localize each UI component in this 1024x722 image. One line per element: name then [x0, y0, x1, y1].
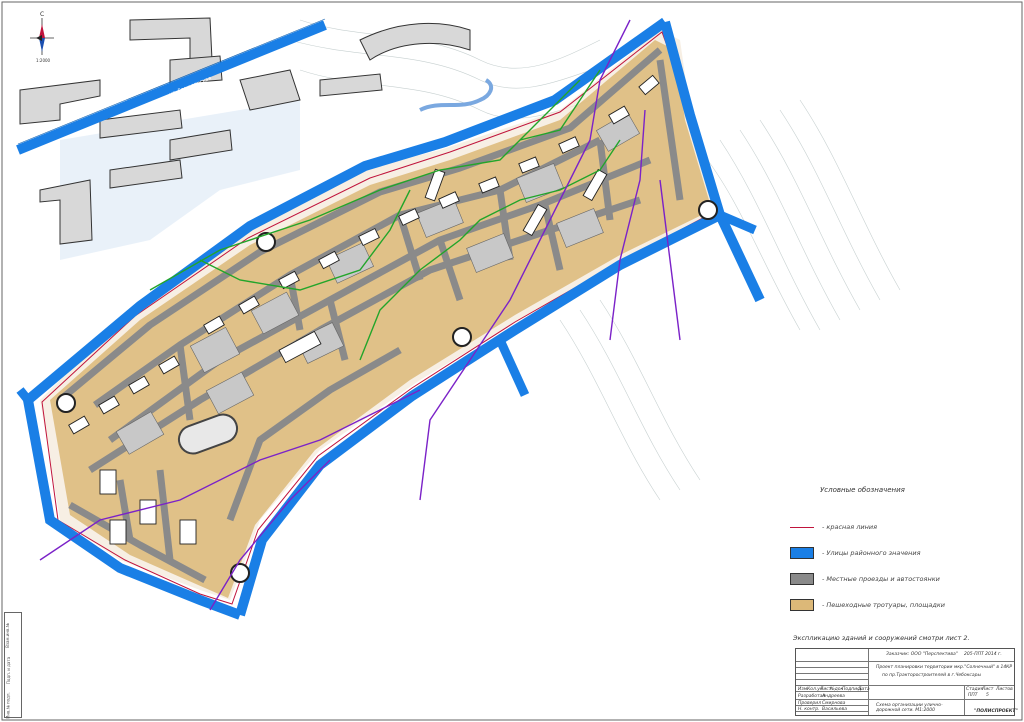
stamp-sheet-head: Лист: [982, 687, 994, 692]
explication-note: Экспликацию зданий и сооружений смотри л…: [793, 634, 970, 642]
legend-item-red-line: - красная линия: [790, 520, 1010, 534]
title-block: Заказчик: ООО "Перспектива" 205-ППТ 2014…: [795, 648, 1018, 716]
stamp-role: Проверил: [798, 701, 822, 706]
compass-scale: 1:2000: [36, 58, 51, 63]
stamp-project: Проект планировки территории мкр."Солнеч…: [876, 665, 1013, 670]
drawing-sheet: С 1:2000 ул. Гражданская Условные обозна…: [0, 0, 1024, 722]
pedestrian-swatch: [790, 599, 814, 611]
stamp-name: Васильева: [822, 707, 847, 712]
stamp-role: Н. контр.: [798, 707, 820, 712]
compass-icon: [30, 18, 54, 55]
stamp-sheet: 5: [986, 693, 989, 698]
local-drive-swatch: [790, 573, 814, 585]
stamp-col-head: Дата: [858, 687, 870, 692]
side-stamp-cell: Подп. и дата: [6, 656, 12, 685]
stamp-sheets-head: Листов: [996, 687, 1013, 692]
stamp-code: 205-ППТ 2014 г.: [964, 652, 1002, 657]
legend: Условные обозначения - красная линия - У…: [790, 486, 1010, 624]
district-street-swatch: [790, 547, 814, 559]
side-stamp-cell: Инв.№ подл.: [5, 692, 11, 719]
side-stamp-cell: Взам.инв.№: [4, 623, 10, 648]
stamp-customer: Заказчик: ООО "Перспектива": [886, 652, 958, 657]
stamp-sheet-title: Схема организации улично-дорожной сети. …: [876, 703, 943, 713]
stamp-location: по пр.Тракторостроителей в г.Чебоксары: [882, 673, 982, 678]
compass-label: С: [40, 11, 44, 18]
red-line-swatch: [790, 526, 814, 528]
stamp-stage: ППТ: [968, 693, 978, 698]
legend-title: Условные обозначения: [820, 486, 905, 494]
stamp-stage-head: Стадия: [966, 687, 984, 692]
legend-label: - Пешеходные тротуары, площадки: [822, 601, 946, 609]
legend-label: - красная линия: [822, 523, 877, 531]
side-stamp: Инв.№ подл. Подп. и дата Взам.инв.№: [4, 612, 22, 719]
legend-label: - Местные проезды и автостоянки: [822, 575, 940, 583]
legend-item-pedestrian: - Пешеходные тротуары, площадки: [790, 598, 1010, 612]
stamp-name: Смирнова: [822, 701, 846, 706]
legend-label: - Улицы районного значения: [822, 549, 921, 557]
stamp-name: Андреева: [822, 694, 845, 699]
stream: [419, 78, 494, 112]
stamp-company: "ПОЛИСПРОЕКТ": [974, 709, 1018, 714]
legend-item-local-drives: - Местные проезды и автостоянки: [790, 572, 1010, 586]
legend-item-district-streets: - Улицы районного значения: [790, 546, 1010, 560]
